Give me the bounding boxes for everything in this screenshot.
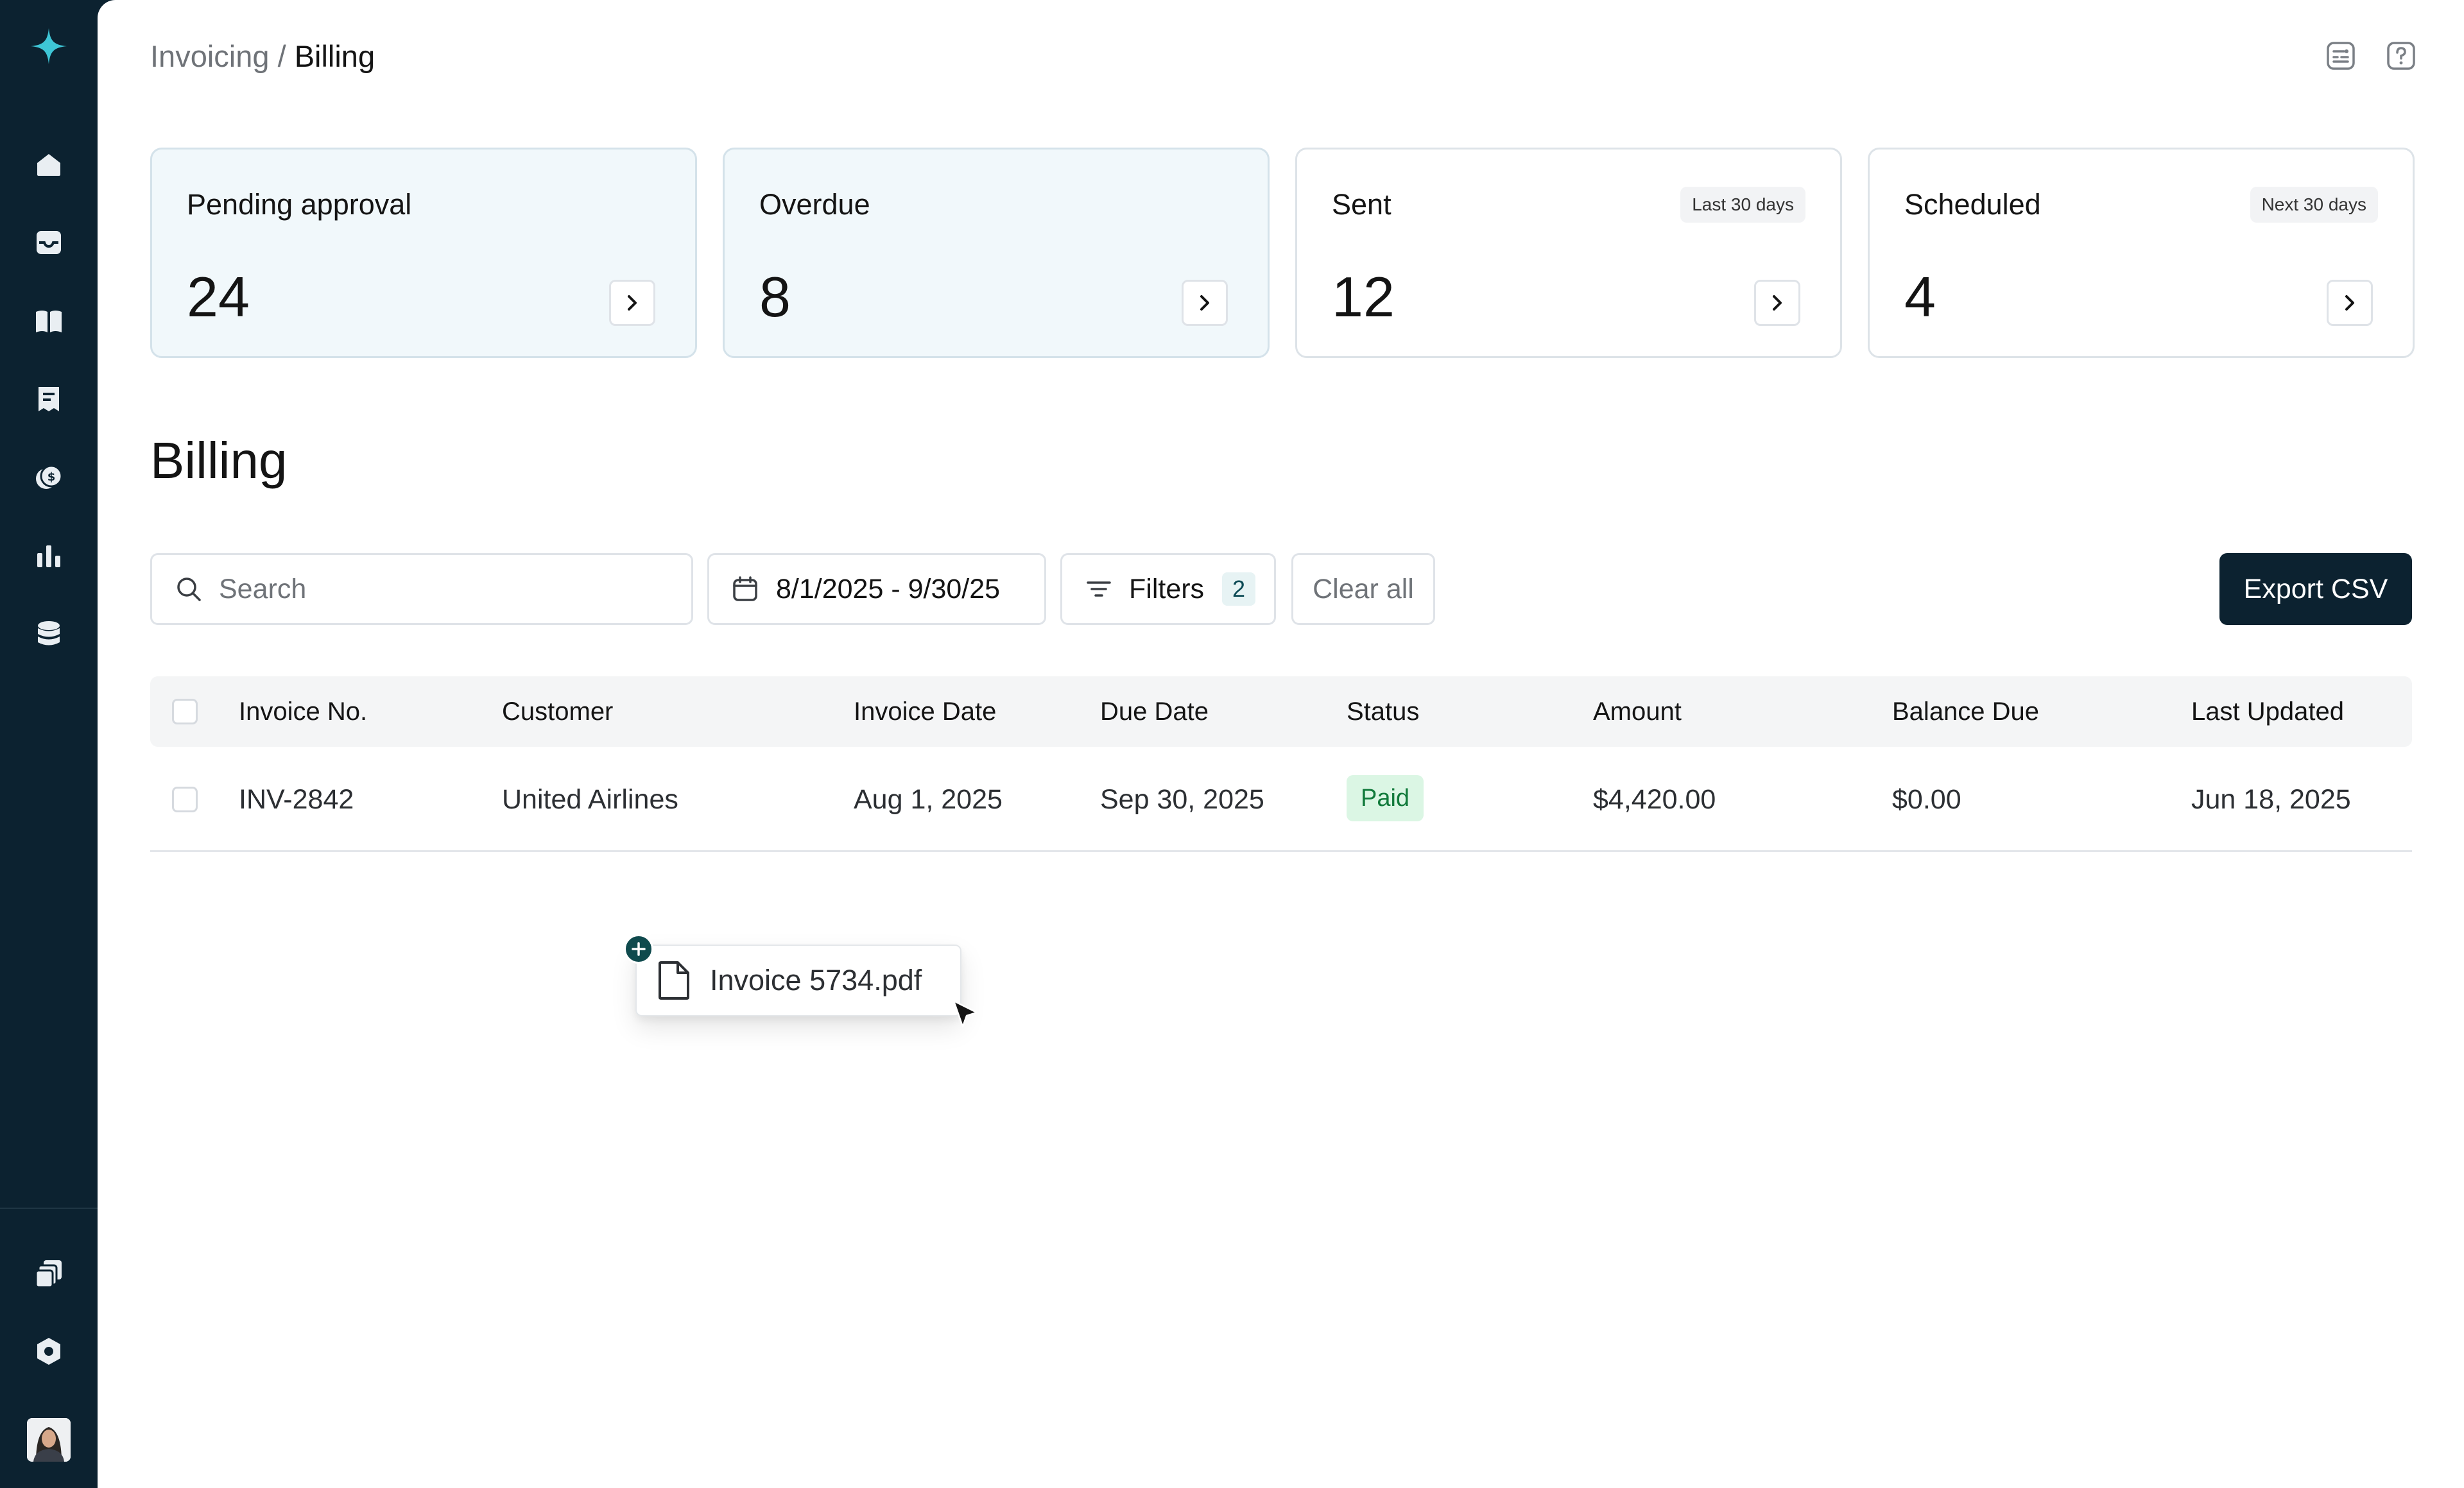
home-icon[interactable] xyxy=(33,149,64,180)
filter-icon xyxy=(1087,581,1111,597)
card-title: Pending approval xyxy=(187,188,412,221)
breadcrumb-parent[interactable]: Invoicing xyxy=(150,39,270,73)
search-icon xyxy=(177,577,201,601)
documents-icon[interactable] xyxy=(33,1258,64,1288)
table-row[interactable]: INV-2842 United Airlines Aug 1, 2025 Sep… xyxy=(150,747,2412,852)
card-sent[interactable]: Sent Last 30 days 12 xyxy=(1295,148,1842,358)
mouse-cursor-icon xyxy=(952,1000,978,1028)
sidebar: $ xyxy=(0,0,98,1488)
card-scheduled[interactable]: Scheduled Next 30 days 4 xyxy=(1868,148,2415,358)
cell-balance-due: $0.00 xyxy=(1892,784,1961,815)
column-header-invoice-date[interactable]: Invoice Date xyxy=(854,694,996,730)
row-checkbox[interactable] xyxy=(172,787,198,812)
date-range-value: 8/1/2025 - 9/30/25 xyxy=(776,573,1001,604)
card-title: Sent xyxy=(1332,188,1391,221)
sidebar-divider xyxy=(0,1208,98,1209)
column-header-due-date[interactable]: Due Date xyxy=(1100,694,1209,730)
card-title: Scheduled xyxy=(1904,188,2041,221)
column-header-status[interactable]: Status xyxy=(1347,694,1419,730)
cell-amount: $4,420.00 xyxy=(1593,784,1716,815)
avatar[interactable] xyxy=(27,1418,71,1462)
dragged-file[interactable]: Invoice 5734.pdf xyxy=(635,945,961,1016)
keyboard-shortcuts-icon[interactable] xyxy=(2325,40,2357,72)
select-all-checkbox[interactable] xyxy=(172,699,198,724)
date-range-picker[interactable]: 8/1/2025 - 9/30/25 xyxy=(707,553,1046,625)
inbox-icon[interactable] xyxy=(33,227,64,258)
table-header: Invoice No. Customer Invoice Date Due Da… xyxy=(150,676,2412,747)
card-arrow-button[interactable] xyxy=(1182,280,1228,326)
filters-count-badge: 2 xyxy=(1222,572,1256,606)
main-content: Invoicing / Billing Pending approval 24 … xyxy=(98,0,2464,1488)
reports-icon[interactable] xyxy=(33,540,64,571)
chevron-right-icon xyxy=(1773,295,1782,311)
search-input[interactable]: Search xyxy=(150,553,693,625)
card-value: 12 xyxy=(1332,265,1395,329)
search-placeholder: Search xyxy=(219,573,307,604)
export-csv-button[interactable]: Export CSV xyxy=(2219,553,2412,625)
book-icon[interactable] xyxy=(33,305,64,336)
column-header-customer[interactable]: Customer xyxy=(502,694,613,730)
add-plus-icon xyxy=(624,934,653,964)
dragged-file-name: Invoice 5734.pdf xyxy=(710,964,922,996)
receipt-icon[interactable] xyxy=(33,384,64,415)
cell-invoice-date: Aug 1, 2025 xyxy=(854,784,1003,815)
clear-all-button[interactable]: Clear all xyxy=(1291,553,1435,625)
breadcrumb-separator: / xyxy=(277,39,286,73)
settings-icon[interactable] xyxy=(33,1336,64,1367)
card-value: 8 xyxy=(759,265,791,329)
card-title: Overdue xyxy=(759,188,870,221)
card-period-badge: Next 30 days xyxy=(2250,187,2378,223)
status-badge: Paid xyxy=(1347,775,1424,821)
column-header-last-updated[interactable]: Last Updated xyxy=(2191,694,2344,730)
filters-button[interactable]: Filters 2 xyxy=(1060,553,1276,625)
page-title: Billing xyxy=(150,432,288,489)
cell-last-updated: Jun 18, 2025 xyxy=(2191,784,2351,815)
card-pending-approval[interactable]: Pending approval 24 xyxy=(150,148,697,358)
payments-icon[interactable]: $ xyxy=(33,462,64,493)
card-overdue[interactable]: Overdue 8 xyxy=(723,148,1270,358)
card-arrow-button[interactable] xyxy=(1754,280,1800,326)
chevron-right-icon xyxy=(1200,295,1209,311)
card-value: 4 xyxy=(1904,265,1936,329)
chevron-right-icon xyxy=(2345,295,2354,311)
card-period-badge: Last 30 days xyxy=(1680,187,1805,223)
card-arrow-button[interactable] xyxy=(2327,280,2373,326)
help-icon[interactable] xyxy=(2385,40,2417,72)
card-value: 24 xyxy=(187,265,250,329)
column-header-amount[interactable]: Amount xyxy=(1593,694,1682,730)
column-header-invoice-no[interactable]: Invoice No. xyxy=(239,694,367,730)
cell-due-date: Sep 30, 2025 xyxy=(1100,784,1264,815)
logo-icon[interactable] xyxy=(30,27,68,65)
cell-customer: United Airlines xyxy=(502,784,678,815)
svg-text:$: $ xyxy=(47,470,56,484)
breadcrumb-current: Billing xyxy=(294,39,375,73)
card-arrow-button[interactable] xyxy=(609,280,655,326)
breadcrumb: Invoicing / Billing xyxy=(150,37,375,76)
file-icon xyxy=(659,961,689,1000)
column-header-balance-due[interactable]: Balance Due xyxy=(1892,694,2039,730)
calendar-icon xyxy=(733,576,757,601)
filters-label: Filters xyxy=(1129,573,1205,604)
cell-invoice-no[interactable]: INV-2842 xyxy=(239,782,354,817)
chevron-right-icon xyxy=(628,295,637,311)
database-icon[interactable] xyxy=(33,619,64,649)
